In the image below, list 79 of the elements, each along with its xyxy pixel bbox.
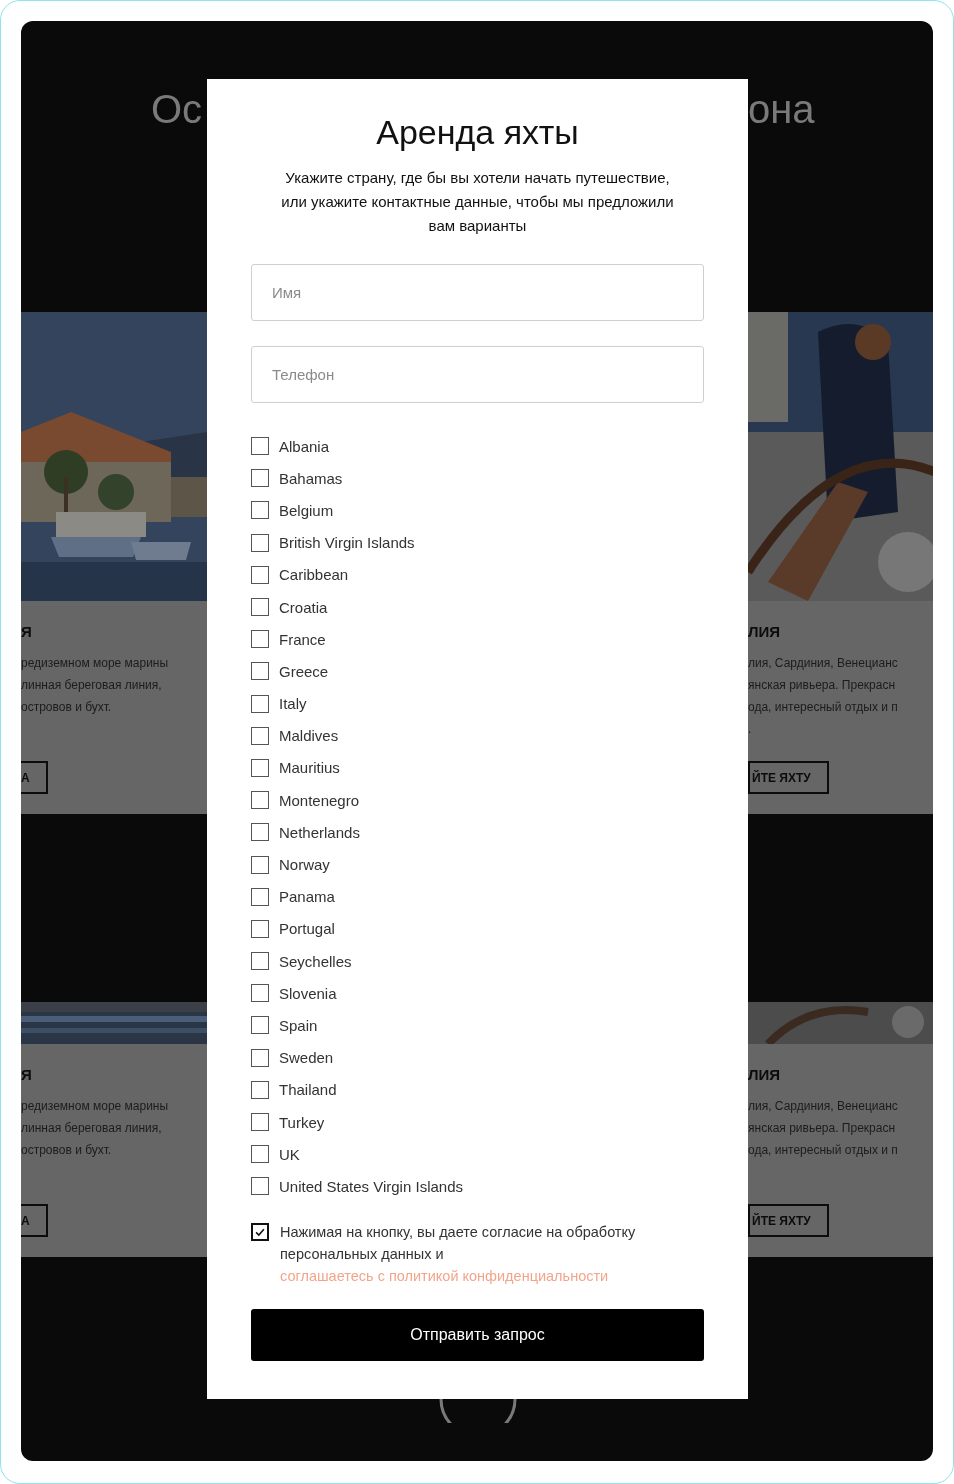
- checkbox[interactable]: [251, 1048, 269, 1067]
- checkbox-label: Italy: [279, 695, 307, 713]
- card-title: Я: [21, 1066, 32, 1083]
- card-text: островов и бухт.: [21, 699, 113, 716]
- checkbox-label: Bahamas: [279, 469, 343, 487]
- checkbox-label: Caribbean: [279, 566, 349, 584]
- checkbox[interactable]: [251, 1113, 269, 1132]
- checkbox-label: Belgium: [279, 501, 334, 519]
- card-text: редиземном море марины: [21, 655, 169, 672]
- checkbox[interactable]: [251, 437, 269, 456]
- card-text: лия, Сардиния, Венецианс: [748, 1098, 898, 1115]
- checkbox[interactable]: [251, 887, 269, 906]
- card-button[interactable]: ЙТЕ ЯХТУ: [748, 1204, 829, 1237]
- checkbox-label: Mauritius: [279, 759, 340, 777]
- card-text: редиземном море марины: [21, 1098, 169, 1115]
- checkbox-label: Slovenia: [279, 984, 337, 1002]
- checkbox-label: Thailand: [279, 1081, 337, 1099]
- checkbox-label: British Virgin Islands: [279, 534, 415, 552]
- checkbox-label: UK: [279, 1145, 300, 1163]
- checkbox[interactable]: [251, 726, 269, 745]
- card-text: лия, Сардиния, Венецианс: [748, 655, 898, 672]
- checkbox[interactable]: [251, 984, 269, 1003]
- checkbox-label: United States Virgin Islands: [279, 1177, 463, 1195]
- checkbox[interactable]: [251, 1080, 269, 1099]
- checkbox-label: Seychelles: [279, 952, 352, 970]
- checkbox-label: Norway: [279, 856, 330, 874]
- consent-text: Нажимая на кнопку, вы даете согласие на обработку персональных данных и соглашаетесь с политикой конфиденциальности: [280, 1222, 637, 1286]
- checkbox-label: Montenegro: [279, 791, 360, 809]
- checkbox[interactable]: [251, 919, 269, 938]
- checkbox[interactable]: [251, 662, 269, 681]
- checkbox[interactable]: [251, 791, 269, 810]
- checkbox-label: Turkey: [279, 1113, 325, 1131]
- checkbox-label: France: [279, 630, 326, 648]
- input-field[interactable]: Телефон: [251, 346, 704, 403]
- card-text: ода, интересный отдых и п: [748, 699, 898, 716]
- checkbox[interactable]: [251, 565, 269, 584]
- checkbox[interactable]: [251, 1177, 269, 1196]
- modal-subtitle: Укажите страну, где бы вы хотели начать путешествие, или укажите контактные данные, чтобы мы предложили вам варианты: [280, 168, 675, 236]
- checkbox-label: Greece: [279, 662, 329, 680]
- card-button[interactable]: ЙТЕ ЯХТУ: [748, 761, 829, 794]
- card-text: .: [748, 721, 753, 738]
- privacy-link[interactable]: соглашаетесь с политикой конфиденциальности: [280, 1267, 609, 1284]
- checkbox[interactable]: [251, 823, 269, 842]
- checkbox[interactable]: [251, 533, 269, 552]
- section-heading: Ос: [151, 87, 203, 131]
- checkbox-label: Sweden: [279, 1049, 334, 1067]
- card-title: ЛИЯ: [748, 623, 781, 640]
- checkbox-label: Croatia: [279, 598, 328, 616]
- checkbox[interactable]: [251, 694, 269, 713]
- card-text: линная береговая линия,: [21, 1120, 163, 1137]
- checkbox-label: Panama: [279, 888, 335, 906]
- card-text: линная береговая линия,: [21, 677, 163, 694]
- card-title: Я: [21, 623, 32, 640]
- checkbox-label: Spain: [279, 1016, 318, 1034]
- checkbox-label: Portugal: [279, 920, 335, 938]
- card-text: янская ривьера. Прекрасн: [748, 1120, 897, 1137]
- checkbox-label: Albania: [279, 437, 330, 455]
- card-title: ЛИЯ: [748, 1066, 781, 1083]
- input-field[interactable]: Имя: [251, 264, 704, 321]
- section-heading: она: [748, 87, 815, 131]
- card-text: островов и бухт.: [21, 1142, 113, 1159]
- card-text: ода, интересный отдых и п: [748, 1142, 898, 1159]
- card-text: янская ривьера. Прекрасн: [748, 677, 897, 694]
- checkbox[interactable]: [251, 855, 269, 874]
- card-button[interactable]: А: [21, 761, 48, 794]
- submit-button[interactable]: Отправить запрос: [251, 1309, 704, 1361]
- modal-title: Аренда яхты: [375, 113, 580, 152]
- checkbox[interactable]: [251, 630, 269, 649]
- checkbox[interactable]: [251, 758, 269, 777]
- checkbox[interactable]: [251, 469, 269, 488]
- checkbox[interactable]: [251, 1016, 269, 1035]
- card-button[interactable]: А: [21, 1204, 48, 1237]
- checkbox[interactable]: [251, 598, 269, 617]
- checkbox[interactable]: [251, 1222, 269, 1241]
- checkbox-label: Netherlands: [279, 823, 360, 841]
- checkbox[interactable]: [251, 952, 269, 971]
- checkbox-label: Maldives: [279, 727, 339, 745]
- checkbox[interactable]: [251, 1145, 269, 1164]
- checkbox[interactable]: [251, 501, 269, 520]
